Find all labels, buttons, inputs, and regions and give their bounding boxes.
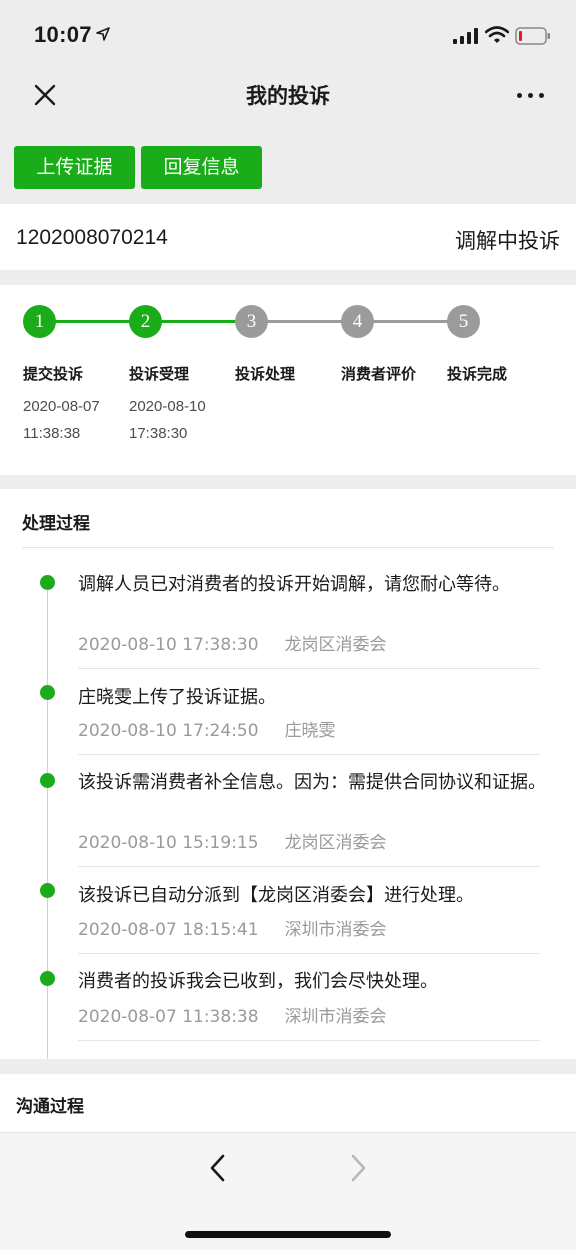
timeline-dot xyxy=(40,971,55,986)
timeline-entry-meta: 2020-08-10 17:38:30 龙岗区消委会 xyxy=(78,630,387,655)
chevron-left-icon[interactable] xyxy=(205,1151,231,1185)
divider xyxy=(78,953,540,954)
page-title: 我的投诉 xyxy=(246,84,330,108)
divider xyxy=(78,866,540,867)
timeline-entry-source: 深圳市消委会 xyxy=(284,1007,387,1027)
timeline-entry-text: 该投诉已自动分派到【龙岗区消委会】进行处理。 xyxy=(78,885,474,906)
step-5-number: 5 xyxy=(447,305,480,338)
section-title: 沟通过程 xyxy=(16,1097,84,1117)
timeline-entry-meta: 2020-08-10 17:24:50 庄晓雯 xyxy=(78,716,336,741)
timeline-entry-time: 2020-08-10 15:19:15 xyxy=(78,833,259,853)
step-3-label: 投诉处理 xyxy=(235,365,296,383)
divider xyxy=(78,754,540,755)
status-time: 10:07 xyxy=(34,22,92,47)
step-1-date: 2020-08-07 xyxy=(23,398,100,415)
timeline-entry-time: 2020-08-10 17:24:50 xyxy=(78,721,259,741)
progress-steps: 1 2 3 4 5 提交投诉 投诉受理 投诉处理 消费者评价 投诉完成 2020… xyxy=(0,285,576,475)
divider xyxy=(78,668,540,669)
location-arrow-icon xyxy=(96,27,110,41)
wifi-icon xyxy=(485,26,509,43)
signal-icon xyxy=(453,28,478,44)
divider xyxy=(22,547,554,548)
timeline-entry-time: 2020-08-07 11:38:38 xyxy=(78,1007,259,1027)
upload-evidence-button[interactable]: 上传证据 xyxy=(14,146,135,189)
complaint-id: 1202008070214 xyxy=(16,226,168,249)
timeline-entry-meta: 2020-08-07 18:15:41 深圳市消委会 xyxy=(78,915,387,940)
timeline-entry-text: 该投诉需消费者补全信息。因为：需提供合同协议和证据。 xyxy=(78,772,546,793)
step-4-number: 4 xyxy=(341,305,374,338)
step-3-number: 3 xyxy=(235,305,268,338)
chevron-right-icon[interactable] xyxy=(345,1151,371,1185)
timeline-dot xyxy=(40,883,55,898)
divider xyxy=(78,1040,540,1041)
process-section: 处理过程 调解人员已对消费者的投诉开始调解，请您耐心等待。 2020-08-10… xyxy=(0,489,576,1059)
timeline-dot xyxy=(40,773,55,788)
timeline-dot xyxy=(40,575,55,590)
timeline-entry-source: 庄晓雯 xyxy=(284,721,336,741)
bottom-toolbar xyxy=(0,1132,576,1250)
complaint-header: 1202008070214 调解中投诉 xyxy=(0,204,576,270)
timeline-entry-text: 消费者的投诉我会已收到，我们会尽快处理。 xyxy=(78,971,438,992)
timeline-entry-time: 2020-08-10 17:38:30 xyxy=(78,635,259,655)
timeline-dot xyxy=(40,685,55,700)
timeline-entry-text: 庄晓雯上传了投诉证据。 xyxy=(78,687,276,708)
timeline-entry-text: 调解人员已对消费者的投诉开始调解，请您耐心等待。 xyxy=(78,574,510,595)
section-title: 处理过程 xyxy=(22,514,90,534)
step-5-label: 投诉完成 xyxy=(447,365,508,383)
step-2-date: 2020-08-10 xyxy=(129,398,206,415)
status-bar: 10:07 xyxy=(0,0,576,68)
step-1-label: 提交投诉 xyxy=(23,365,84,383)
home-indicator[interactable] xyxy=(185,1231,391,1238)
step-2-label: 投诉受理 xyxy=(129,365,190,383)
timeline-entry-source: 深圳市消委会 xyxy=(284,920,387,940)
battery-low-icon xyxy=(515,27,550,45)
timeline-line xyxy=(47,579,48,1059)
reply-info-button[interactable]: 回复信息 xyxy=(141,146,262,189)
timeline-entry-time: 2020-08-07 18:15:41 xyxy=(78,920,259,940)
timeline-entry-meta: 2020-08-07 11:38:38 深圳市消委会 xyxy=(78,1002,387,1027)
step-1-time: 11:38:38 xyxy=(23,425,81,442)
step-4-label: 消费者评价 xyxy=(341,365,417,383)
timeline-entry-meta: 2020-08-10 15:19:15 龙岗区消委会 xyxy=(78,828,387,853)
communication-section: 沟通过程 xyxy=(0,1074,576,1132)
more-icon[interactable] xyxy=(514,82,548,108)
step-2-number: 2 xyxy=(129,305,162,338)
nav-bar: 我的投诉 xyxy=(0,68,576,126)
step-2-time: 17:38:30 xyxy=(129,425,188,442)
timeline-entry-source: 龙岗区消委会 xyxy=(284,833,387,853)
complaint-status: 调解中投诉 xyxy=(455,229,560,253)
step-1-number: 1 xyxy=(23,305,56,338)
timeline-entry-source: 龙岗区消委会 xyxy=(284,635,387,655)
